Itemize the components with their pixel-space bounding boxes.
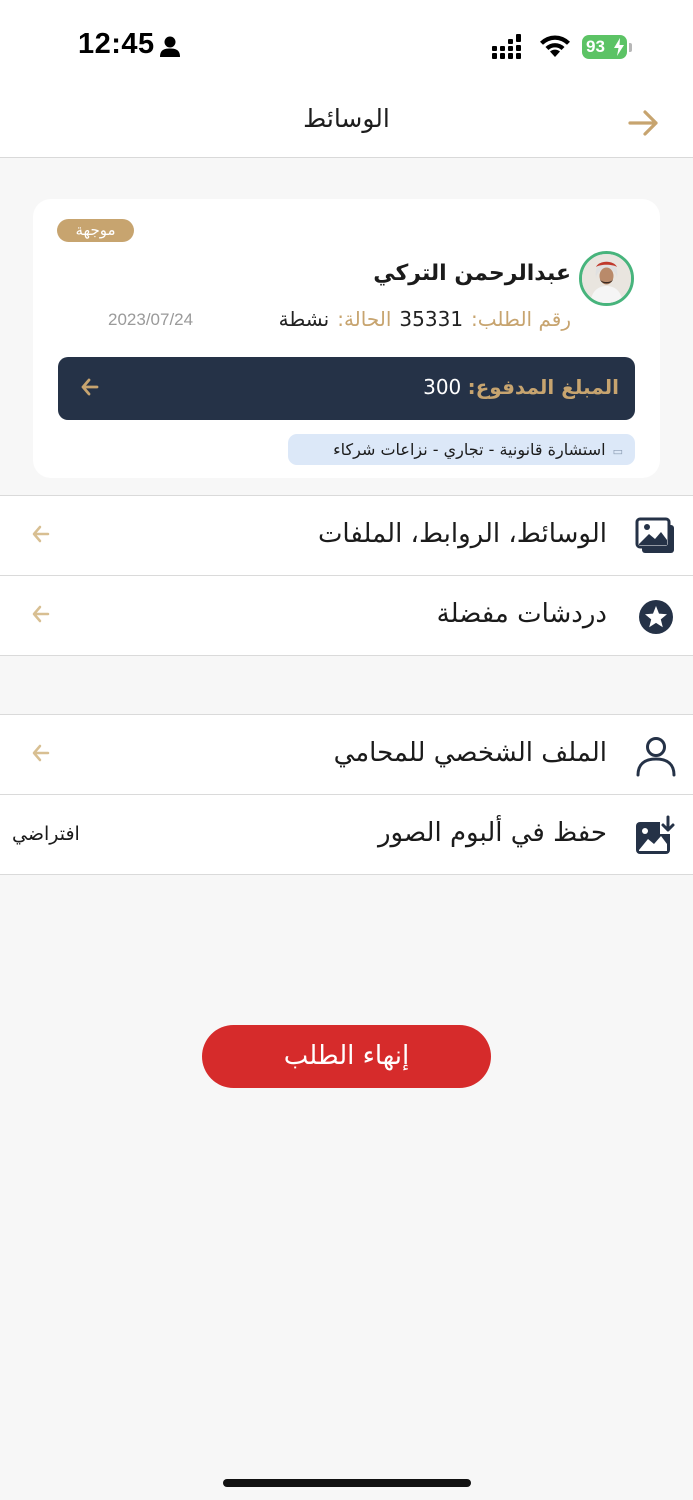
back-arrow-icon[interactable] (626, 108, 660, 138)
paid-amount: المبلغ المدفوع: 300 (423, 375, 619, 399)
chevron-left-icon (32, 744, 50, 762)
menu-label: دردشات مفضلة (436, 599, 607, 629)
request-info: رقم الطلب: 35331 الحالة: نشطة (279, 307, 571, 331)
menu-item-lawyer-profile[interactable]: الملف الشخصي للمحامي (0, 715, 693, 794)
paid-amount-value: 300 (423, 375, 462, 399)
cellular-signal-icon (492, 34, 521, 59)
menu-label: الوسائط، الروابط، الملفات (317, 519, 607, 549)
status-label: الحالة: (337, 307, 392, 331)
request-date: 2023/07/24 (108, 310, 194, 329)
avatar (579, 251, 634, 306)
request-card: موجهة عبدالرحمن التركي رقم الطلب: 35331 … (33, 199, 660, 478)
home-indicator (223, 1479, 471, 1487)
status-time: 12:45 (78, 28, 155, 60)
status-value: نشطة (278, 307, 330, 331)
avatar-image (582, 254, 631, 303)
wifi-icon (540, 35, 570, 57)
charging-bolt-icon (614, 38, 624, 56)
end-request-button[interactable]: إنهاء الطلب (202, 1025, 491, 1088)
person-status-icon (160, 36, 180, 57)
menu-label: الملف الشخصي للمحامي (333, 738, 607, 768)
menu-group-media: الوسائط، الروابط، الملفات دردشات مفضلة (0, 495, 693, 656)
chevron-left-icon (81, 378, 99, 396)
save-photo-icon (636, 815, 676, 854)
person-outline-icon (636, 737, 676, 777)
default-setting-value: افتراضي (12, 823, 80, 845)
tag-icon: ▭ (612, 445, 623, 458)
menu-group-lawyer: الملف الشخصي للمحامي حفظ في ألبوم الصور … (0, 714, 693, 875)
page-title: الوسائط (303, 104, 390, 133)
status-badge: موجهة (57, 219, 134, 242)
menu-item-media-links-files[interactable]: الوسائط، الروابط، الملفات (0, 496, 693, 575)
consultation-tag: ▭ استشارة قانونية - تجاري - نزاعات شركاء (288, 434, 635, 465)
paid-amount-label: المبلغ المدفوع: (467, 375, 619, 399)
nav-bar: الوسائط (0, 92, 693, 158)
consultation-tag-text: استشارة قانونية - تجاري - نزاعات شركاء (333, 440, 606, 459)
photo-gallery-icon (635, 517, 674, 553)
lawyer-name: عبدالرحمن التركي (373, 261, 571, 286)
menu-item-save-to-photos[interactable]: حفظ في ألبوم الصور افتراضي (0, 794, 693, 874)
chevron-left-icon (32, 525, 50, 543)
menu-item-favorite-chats[interactable]: دردشات مفضلة (0, 575, 693, 655)
request-number: 35331 (399, 307, 464, 331)
status-bar: 12:45 93 (0, 0, 693, 92)
battery-indicator: 93 (582, 35, 627, 59)
battery-level: 93 (586, 37, 605, 56)
chevron-left-icon (32, 605, 50, 623)
paid-amount-bar[interactable]: المبلغ المدفوع: 300 (58, 357, 635, 420)
request-number-label: رقم الطلب: (471, 307, 571, 331)
battery-cap (629, 43, 632, 52)
menu-label: حفظ في ألبوم الصور (378, 818, 607, 848)
star-circle-icon (639, 600, 673, 634)
